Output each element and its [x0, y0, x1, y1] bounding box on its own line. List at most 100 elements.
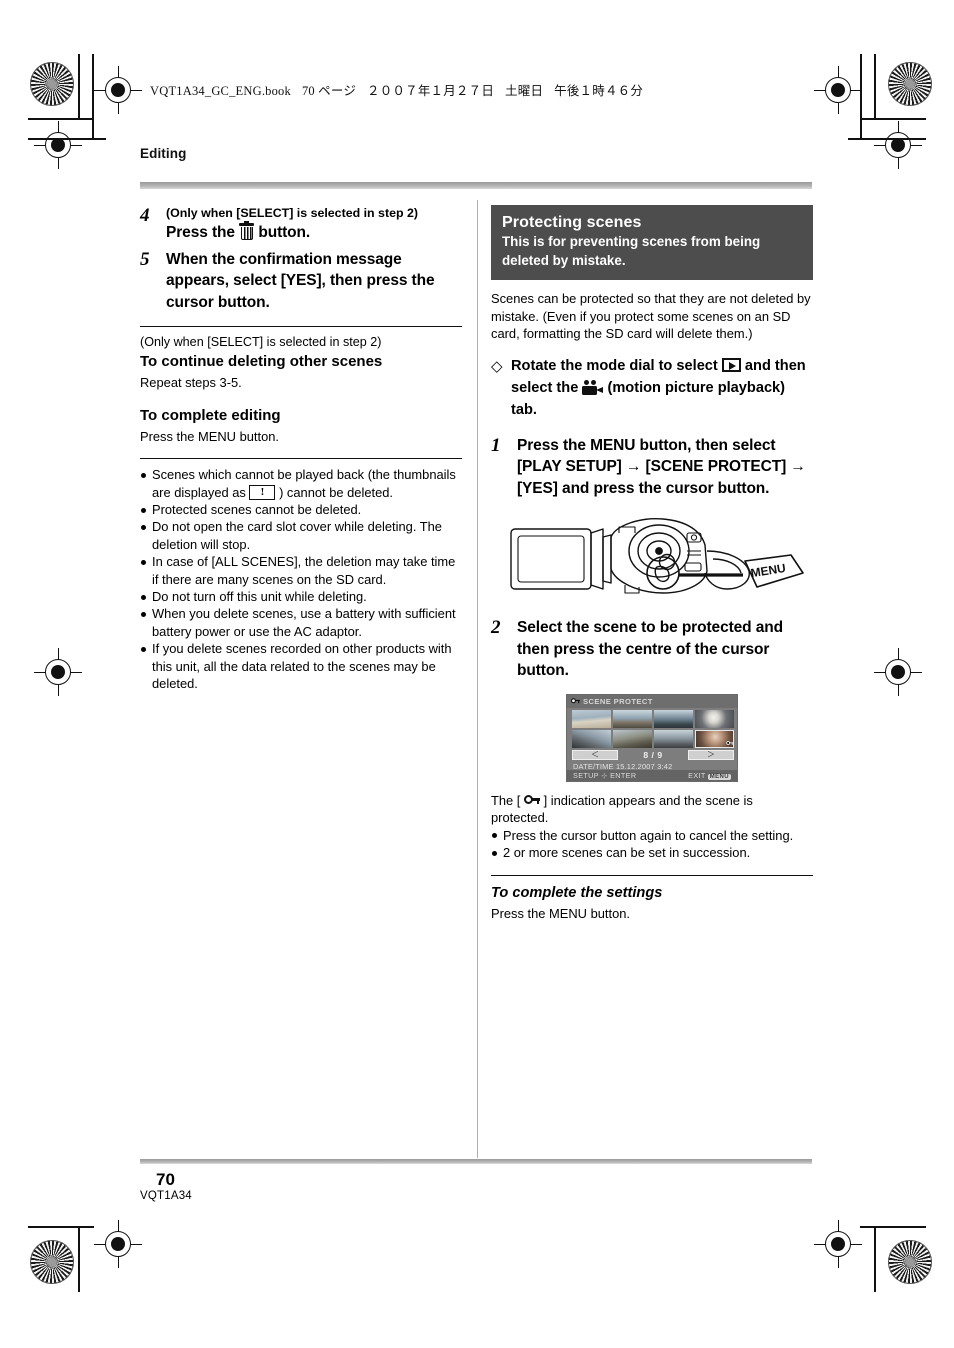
thumbnail[interactable]	[612, 729, 653, 748]
complete-editing-heading: To complete editing	[140, 406, 281, 424]
lcd-exit-hint: EXIT MENU	[688, 771, 731, 780]
left-column: 4 (Only when [SELECT] is selected in ste…	[140, 205, 462, 692]
list-item: Protected scenes cannot be deleted.	[140, 501, 462, 518]
step-5-number: 5	[140, 248, 150, 270]
list-item: Press the cursor button again to cancel …	[491, 827, 813, 844]
registration-star-target-top-right	[888, 62, 932, 106]
registration-crosshair-mid-right	[874, 121, 922, 169]
exit-label: EXIT	[688, 770, 706, 780]
list-item: 2 or more scenes can be set in successio…	[491, 844, 813, 861]
section-subtitle: This is for preventing scenes from being…	[502, 234, 761, 268]
list-item: Do not open the card slot cover while de…	[140, 518, 462, 553]
mode-dial-note-text: Rotate the mode dial to select and then …	[511, 355, 813, 421]
mode-dial-note: ◇ Rotate the mode dial to select and the…	[491, 355, 813, 421]
lcd-foot-bar: SETUP ⊹ ENTER EXIT MENU	[567, 769, 737, 781]
lcd-title-bar: SCENE PROTECT	[567, 694, 737, 708]
footer-rule	[140, 1159, 812, 1164]
section-title: Protecting scenes	[502, 214, 642, 231]
thumbnail[interactable]	[612, 709, 653, 729]
continue-deleting-body: Repeat steps 3-5.	[140, 375, 242, 390]
thumbnail[interactable]	[653, 729, 694, 748]
registration-crosshair-bottom-left	[94, 1220, 142, 1268]
next-page-button[interactable]: ＞	[687, 750, 734, 761]
left-notes-list: Scenes which cannot be played back (the …	[140, 466, 462, 692]
chapter-title: Editing	[140, 146, 187, 161]
step-1: 1 Press the MENU button, then select [PL…	[491, 435, 813, 500]
complete-settings-heading: To complete the settings	[491, 884, 663, 901]
step-4-instruction: Press the button.	[166, 221, 462, 244]
crop-mark	[874, 54, 876, 120]
camcorder-figure: MENU	[491, 511, 813, 611]
document-code: VQT1A34	[140, 1190, 192, 1202]
right-column: Protecting scenes This is for preventing…	[491, 205, 813, 922]
step-4-number: 4	[140, 205, 150, 226]
column-divider	[477, 200, 478, 1158]
crop-mark	[28, 118, 94, 120]
notes-rule	[140, 458, 462, 460]
key-icon	[726, 739, 733, 747]
book-page-label: 70 ページ	[301, 84, 357, 98]
note-text-after-icon: ) cannot be deleted.	[279, 484, 394, 500]
lcd-title: SCENE PROTECT	[583, 696, 653, 706]
step-1-number: 1	[491, 434, 501, 456]
registration-crosshair-lower-right	[874, 648, 922, 696]
step-5-instruction: When the confirmation message appears, s…	[166, 250, 435, 311]
lcd-thumbnail-grid	[572, 709, 734, 748]
step-2: 2 Select the scene to be protected and t…	[491, 617, 813, 682]
book-date: ２００７年１月２７日	[367, 84, 495, 98]
crop-mark	[860, 118, 926, 120]
registration-crosshair-top-left	[94, 66, 142, 114]
registration-crosshair-bottom-right	[814, 1220, 862, 1268]
thumbnail[interactable]	[572, 729, 612, 748]
list-item: Do not turn off this unit while deleting…	[140, 588, 462, 605]
right-notes-list: Press the cursor button again to cancel …	[491, 827, 813, 862]
protect-indication-text: The [ ] indication appears and the scene…	[491, 792, 813, 827]
registration-crosshair-lower-left	[34, 648, 82, 696]
book-time: 午後１時４６分	[554, 84, 644, 98]
crop-mark	[874, 1226, 876, 1292]
step-2-number: 2	[491, 617, 501, 639]
list-item: When you delete scenes, use a battery wi…	[140, 605, 462, 640]
thumbnail-selected[interactable]	[694, 729, 734, 748]
thumbnail[interactable]	[572, 709, 612, 729]
prev-page-button[interactable]: ＜	[572, 750, 618, 761]
crop-mark	[78, 1226, 80, 1292]
key-icon	[523, 795, 540, 806]
page-number: 70	[156, 1170, 175, 1189]
lcd-setup-hint: SETUP ⊹ ENTER	[573, 771, 636, 780]
crop-mark	[28, 1226, 94, 1228]
list-item: In case of [ALL SCENES], the deletion ma…	[140, 553, 462, 588]
lcd-nav-row: ＜ 8 / 9 ＞	[572, 750, 734, 761]
registration-star-target-bottom-left	[30, 1240, 74, 1284]
diamond-marker: ◇	[491, 356, 503, 375]
lcd-screenshot-wrap: SCENE PROTECT ＜ 8 / 9 ＞ DATE/TIME 15.12.…	[491, 693, 813, 782]
settings-rule	[491, 874, 813, 876]
lcd-screen: SCENE PROTECT ＜ 8 / 9 ＞ DATE/TIME 15.12.…	[566, 693, 738, 782]
mode-dial-part1: Rotate the mode dial to select	[511, 357, 718, 374]
step-4-condition: (Only when [SELECT] is selected in step …	[166, 206, 418, 220]
list-item: If you delete scenes recorded on other p…	[140, 640, 462, 692]
trash-icon	[239, 221, 255, 240]
crop-mark	[860, 54, 862, 140]
book-weekday: 土曜日	[505, 84, 544, 98]
exit-menu-button[interactable]: MENU	[707, 773, 731, 780]
complete-settings-body: Press the MENU button.	[491, 905, 630, 921]
setup-label: SETUP	[573, 770, 599, 780]
key-icon	[571, 698, 580, 705]
playback-mode-icon	[721, 357, 741, 372]
registration-crosshair-mid-left	[34, 121, 82, 169]
step-4-text-after: button.	[258, 224, 311, 241]
cursor-glyph-icon: ⊹	[601, 770, 608, 780]
protecting-intro: Scenes can be protected so that they are…	[491, 291, 811, 342]
list-item: Scenes which cannot be played back (the …	[140, 466, 462, 501]
thumbnail[interactable]	[653, 709, 694, 729]
enter-label: ENTER	[610, 770, 637, 780]
step-5: 5 When the confirmation message appears,…	[140, 249, 462, 314]
crop-mark	[92, 54, 94, 140]
step-4-text-before: Press the	[166, 224, 235, 241]
motion-picture-icon	[582, 379, 604, 395]
thumbnail[interactable]	[694, 709, 734, 729]
registration-star-target-top-left	[30, 62, 74, 106]
camcorder-illustration: MENU	[510, 518, 804, 594]
header-rule	[140, 182, 812, 189]
